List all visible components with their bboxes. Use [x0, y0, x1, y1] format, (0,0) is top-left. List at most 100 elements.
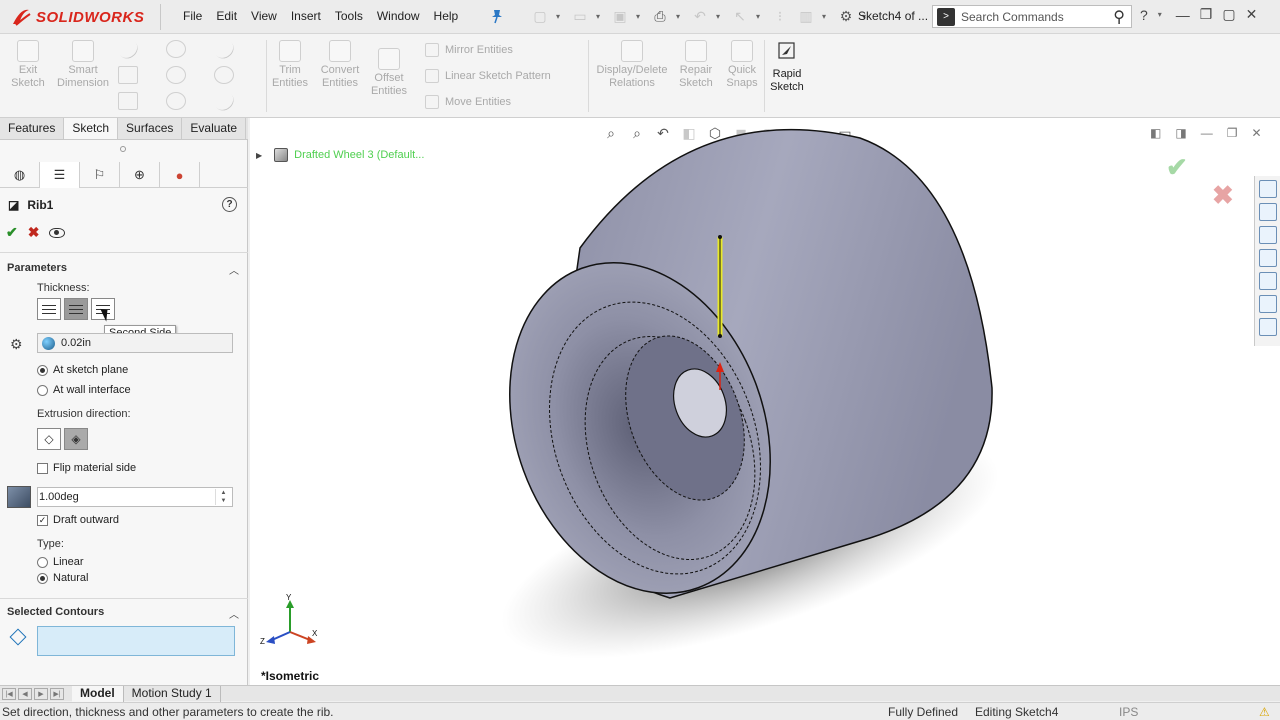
thickness-input[interactable] [61, 337, 121, 349]
tab-model[interactable]: Model [72, 685, 124, 702]
radio-button[interactable] [37, 572, 48, 584]
offset-entities-button[interactable]: Offset Entities [368, 48, 410, 98]
rebuild-status-icon[interactable]: ⚠ [1259, 705, 1273, 719]
spinner[interactable]: ▲ ▼ [215, 489, 231, 505]
menu-view[interactable]: View [244, 8, 284, 24]
unit-system[interactable]: IPS [1119, 705, 1138, 719]
at-wall-interface-option[interactable]: At wall interface [37, 384, 131, 396]
trim-entities-button[interactable]: Trim Entities [270, 40, 310, 90]
preview-eye-icon[interactable] [49, 227, 66, 238]
convert-entities-button[interactable]: Convert Entities [316, 40, 364, 90]
search-input[interactable] [961, 9, 1091, 24]
radio-button[interactable] [37, 384, 48, 396]
cancel-x-icon[interactable]: ✖ [28, 224, 40, 241]
circle-icon[interactable] [166, 40, 186, 58]
menu-tools[interactable]: Tools [328, 8, 370, 24]
solidworks-logo[interactable]: SOLIDWORKS [10, 2, 144, 32]
graphics-area[interactable]: ▶ Drafted Wheel 3 (Default... ⌕ ⌕ ↶ ◧ ⬡ … [250, 118, 1280, 685]
feature-manager-tab[interactable]: ◍ [0, 162, 40, 188]
print-icon[interactable]: ⎙ [650, 6, 670, 26]
menu-insert[interactable]: Insert [284, 8, 328, 24]
last-tab-icon[interactable]: ▶| [50, 687, 64, 700]
exit-sketch-button[interactable]: Exit Sketch [8, 40, 48, 90]
first-side-button[interactable] [37, 298, 61, 320]
first-tab-icon[interactable]: |◀ [2, 687, 16, 700]
both-sides-button[interactable] [64, 298, 88, 320]
chevron-down-icon[interactable]: ▾ [596, 12, 604, 21]
sketch-endpoint[interactable] [718, 235, 722, 239]
draft-outward-option[interactable]: ✓ Draft outward [37, 514, 119, 526]
search-icon[interactable]: ⚲ [1113, 7, 1125, 27]
checkbox[interactable]: ✓ [37, 514, 48, 526]
collapse-chevron-icon[interactable]: ︿ [229, 262, 239, 277]
chevron-down-icon[interactable]: ▾ [822, 12, 830, 21]
selected-contours-list[interactable] [37, 626, 235, 656]
property-manager-tab[interactable]: ☰ [40, 162, 80, 188]
display-manager-tab[interactable]: ● [160, 162, 200, 188]
tab-sketch[interactable]: Sketch [64, 118, 119, 139]
parallel-to-sketch-button[interactable]: ◇ [37, 428, 61, 450]
chevron-down-icon[interactable]: ▾ [556, 12, 564, 21]
tab-evaluate[interactable]: Evaluate [182, 118, 247, 139]
options-gear-icon[interactable]: ⚙ [836, 6, 856, 26]
minimize-icon[interactable]: — [1176, 7, 1190, 23]
close-icon[interactable]: ✕ [1246, 6, 1258, 23]
spin-down-icon[interactable]: ▼ [221, 498, 227, 504]
undo-icon[interactable]: ↶ [690, 6, 710, 26]
restore-icon[interactable]: ❐ [1200, 6, 1213, 23]
rapid-sketch-button[interactable]: Rapid Sketch [768, 40, 806, 94]
draft-angle-field[interactable]: ▲▼ [37, 487, 233, 507]
type-linear-option[interactable]: Linear [37, 556, 84, 568]
menu-window[interactable]: Window [370, 8, 427, 24]
panel-grip[interactable] [120, 146, 126, 152]
fillet-icon[interactable] [210, 87, 238, 115]
forum-icon[interactable] [1258, 318, 1277, 336]
ok-checkmark-icon[interactable]: ✔ [6, 224, 18, 241]
dimxpert-manager-tab[interactable]: ⊕ [120, 162, 160, 188]
checkbox[interactable] [37, 462, 48, 474]
custom-properties-icon[interactable] [1258, 295, 1277, 313]
normal-to-sketch-button[interactable]: ◈ [64, 428, 88, 450]
solidworks-resources-icon[interactable] [1258, 180, 1277, 198]
chevron-down-icon[interactable]: ▾ [1158, 10, 1166, 19]
thickness-field[interactable] [37, 333, 233, 353]
polygon-icon[interactable] [214, 66, 234, 84]
view-palette-icon[interactable] [1258, 249, 1277, 267]
pin-icon[interactable] [490, 8, 504, 24]
chevron-down-icon[interactable]: ▾ [636, 12, 644, 21]
save-icon[interactable]: ▣ [610, 6, 630, 26]
linear-sketch-pattern-button[interactable]: Linear Sketch Pattern [425, 67, 551, 85]
quick-snaps-button[interactable]: Quick Snaps [722, 40, 762, 90]
chevron-down-icon[interactable]: ▾ [676, 12, 684, 21]
move-entities-button[interactable]: Move Entities [425, 93, 511, 111]
sketch-endpoint[interactable] [718, 334, 722, 338]
link-value-globe-icon[interactable] [42, 336, 55, 350]
rebuild-icon[interactable]: ▥ [796, 6, 816, 26]
radio-button[interactable] [37, 364, 48, 376]
menu-edit[interactable]: Edit [209, 8, 244, 24]
radio-button[interactable] [37, 556, 48, 568]
tab-features[interactable]: Features [0, 118, 65, 139]
menu-file[interactable]: File [176, 8, 209, 24]
maximize-icon[interactable]: ▢ [1222, 6, 1235, 23]
spline-icon[interactable] [210, 35, 238, 63]
repair-sketch-button[interactable]: Repair Sketch [676, 40, 716, 90]
open-folder-icon[interactable]: ▭ [570, 6, 590, 26]
tab-motion-study[interactable]: Motion Study 1 [124, 685, 221, 702]
smart-dimension-button[interactable]: Smart Dimension [54, 40, 112, 90]
new-document-icon[interactable]: ▢ [530, 6, 550, 26]
tab-surfaces[interactable]: Surfaces [118, 118, 183, 139]
prev-tab-icon[interactable]: ◀ [18, 687, 32, 700]
rectangle-icon[interactable] [118, 66, 138, 84]
appearances-icon[interactable] [1258, 272, 1277, 290]
arc-icon[interactable] [166, 66, 186, 84]
traffic-light-icon[interactable]: ⁝ [770, 6, 790, 26]
line-icon[interactable] [114, 35, 142, 63]
configuration-manager-tab[interactable]: ⚐ [80, 162, 120, 188]
slot-icon[interactable] [118, 92, 138, 110]
next-tab-icon[interactable]: ▶ [34, 687, 48, 700]
chevron-down-icon[interactable]: ▾ [756, 12, 764, 21]
select-arrow-icon[interactable]: ↖ [730, 6, 750, 26]
collapse-chevron-icon[interactable]: ︿ [229, 606, 239, 621]
design-library-icon[interactable] [1258, 203, 1277, 221]
